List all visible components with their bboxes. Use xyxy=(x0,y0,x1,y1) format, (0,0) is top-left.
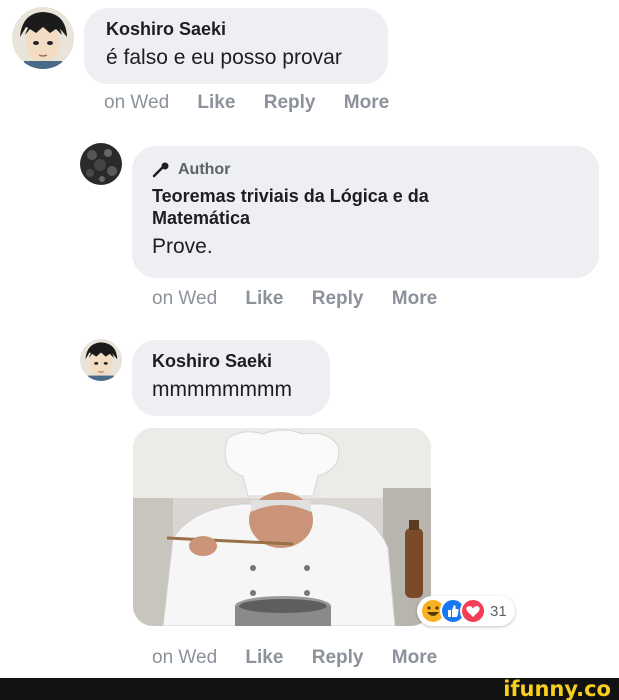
like-button[interactable]: Like xyxy=(245,647,283,669)
avatar-image xyxy=(80,143,122,185)
comment-timestamp[interactable]: on Wed xyxy=(104,92,169,114)
avatar-image xyxy=(80,339,122,381)
watermark-logo: ifunny.co xyxy=(503,677,611,700)
reaction-count: 31 xyxy=(490,602,507,620)
comment-author-name[interactable]: Teoremas triviais da Lógica e da Matemát… xyxy=(152,185,492,229)
avatar-page[interactable] xyxy=(80,143,122,185)
comment-attached-image[interactable] xyxy=(133,428,431,626)
comment-bubble: Author Teoremas triviais da Lógica e da … xyxy=(132,146,599,278)
microphone-icon xyxy=(152,162,169,178)
comment-author-name[interactable]: Koshiro Saeki xyxy=(106,19,388,40)
comment-text: mmmmmmmm xyxy=(152,378,292,401)
reply-button[interactable]: Reply xyxy=(312,647,364,669)
reply-button[interactable]: Reply xyxy=(312,288,364,310)
like-button[interactable]: Like xyxy=(245,288,283,310)
avatar-koshiro-saeki[interactable] xyxy=(12,7,74,69)
love-icon xyxy=(460,598,486,624)
author-badge-label: Author xyxy=(178,161,231,178)
comment-actions: on Wed Like Reply More xyxy=(152,647,437,669)
comment-text: é falso e eu posso provar xyxy=(106,46,342,69)
comment-actions: on Wed Like Reply More xyxy=(104,92,389,114)
author-badge: Author xyxy=(152,161,599,179)
comment-author-name[interactable]: Koshiro Saeki xyxy=(152,351,330,372)
reply-button[interactable]: Reply xyxy=(264,92,316,114)
avatar-koshiro-saeki[interactable] xyxy=(80,339,122,381)
more-button[interactable]: More xyxy=(392,288,437,310)
chef-tasting-photo xyxy=(133,428,431,626)
comment-bubble: Koshiro Saeki é falso e eu posso provar xyxy=(84,8,388,84)
more-button[interactable]: More xyxy=(344,92,389,114)
comment-text: Prove. xyxy=(152,235,213,258)
comment-timestamp[interactable]: on Wed xyxy=(152,647,217,669)
comment-actions: on Wed Like Reply More xyxy=(152,288,437,310)
avatar-image xyxy=(12,7,74,69)
comment-bubble: Koshiro Saeki mmmmmmmm xyxy=(132,340,330,416)
reaction-summary[interactable]: 31 xyxy=(417,596,515,626)
more-button[interactable]: More xyxy=(392,647,437,669)
like-button[interactable]: Like xyxy=(197,92,235,114)
comment-timestamp[interactable]: on Wed xyxy=(152,288,217,310)
